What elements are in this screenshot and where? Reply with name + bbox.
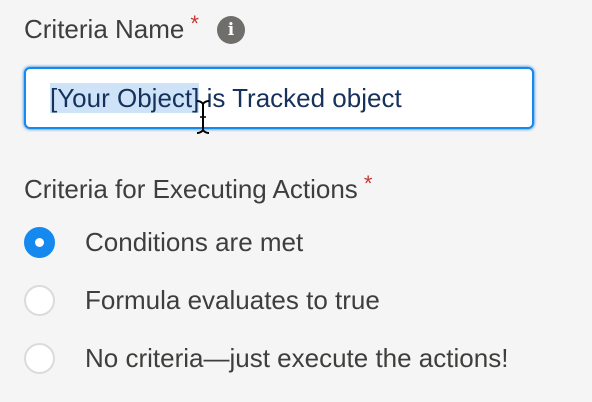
criteria-form: Criteria Name * i [Your Object] is Track… (0, 0, 592, 402)
criteria-actions-label-row: Criteria for Executing Actions * (24, 170, 373, 205)
radio-dot-icon (35, 238, 44, 247)
selected-text: [Your Object] (50, 82, 200, 113)
criteria-actions-label: Criteria for Executing Actions (24, 174, 358, 204)
criteria-name-label-row: Criteria Name * i (24, 10, 245, 45)
criteria-name-value[interactable]: [Your Object] is Tracked object (50, 82, 402, 114)
info-icon[interactable]: i (216, 15, 245, 44)
required-asterisk: * (363, 170, 373, 196)
unselected-text: is Tracked object (199, 82, 402, 113)
radio-label[interactable]: No criteria—just execute the actions! (85, 343, 508, 374)
criteria-name-input[interactable]: [Your Object] is Tracked object (24, 67, 534, 129)
radio-button[interactable] (24, 285, 55, 316)
criteria-name-label: Criteria Name (24, 14, 185, 44)
required-asterisk: * (190, 10, 199, 36)
radio-label[interactable]: Conditions are met (85, 227, 303, 258)
radio-button[interactable] (24, 343, 55, 374)
radio-option-no-criteria[interactable]: No criteria—just execute the actions! (24, 343, 508, 374)
radio-button-selected[interactable] (24, 227, 55, 258)
radio-label[interactable]: Formula evaluates to true (85, 285, 380, 316)
text-cursor-icon (196, 100, 210, 134)
radio-option-formula[interactable]: Formula evaluates to true (24, 285, 380, 316)
radio-option-conditions[interactable]: Conditions are met (24, 227, 303, 258)
